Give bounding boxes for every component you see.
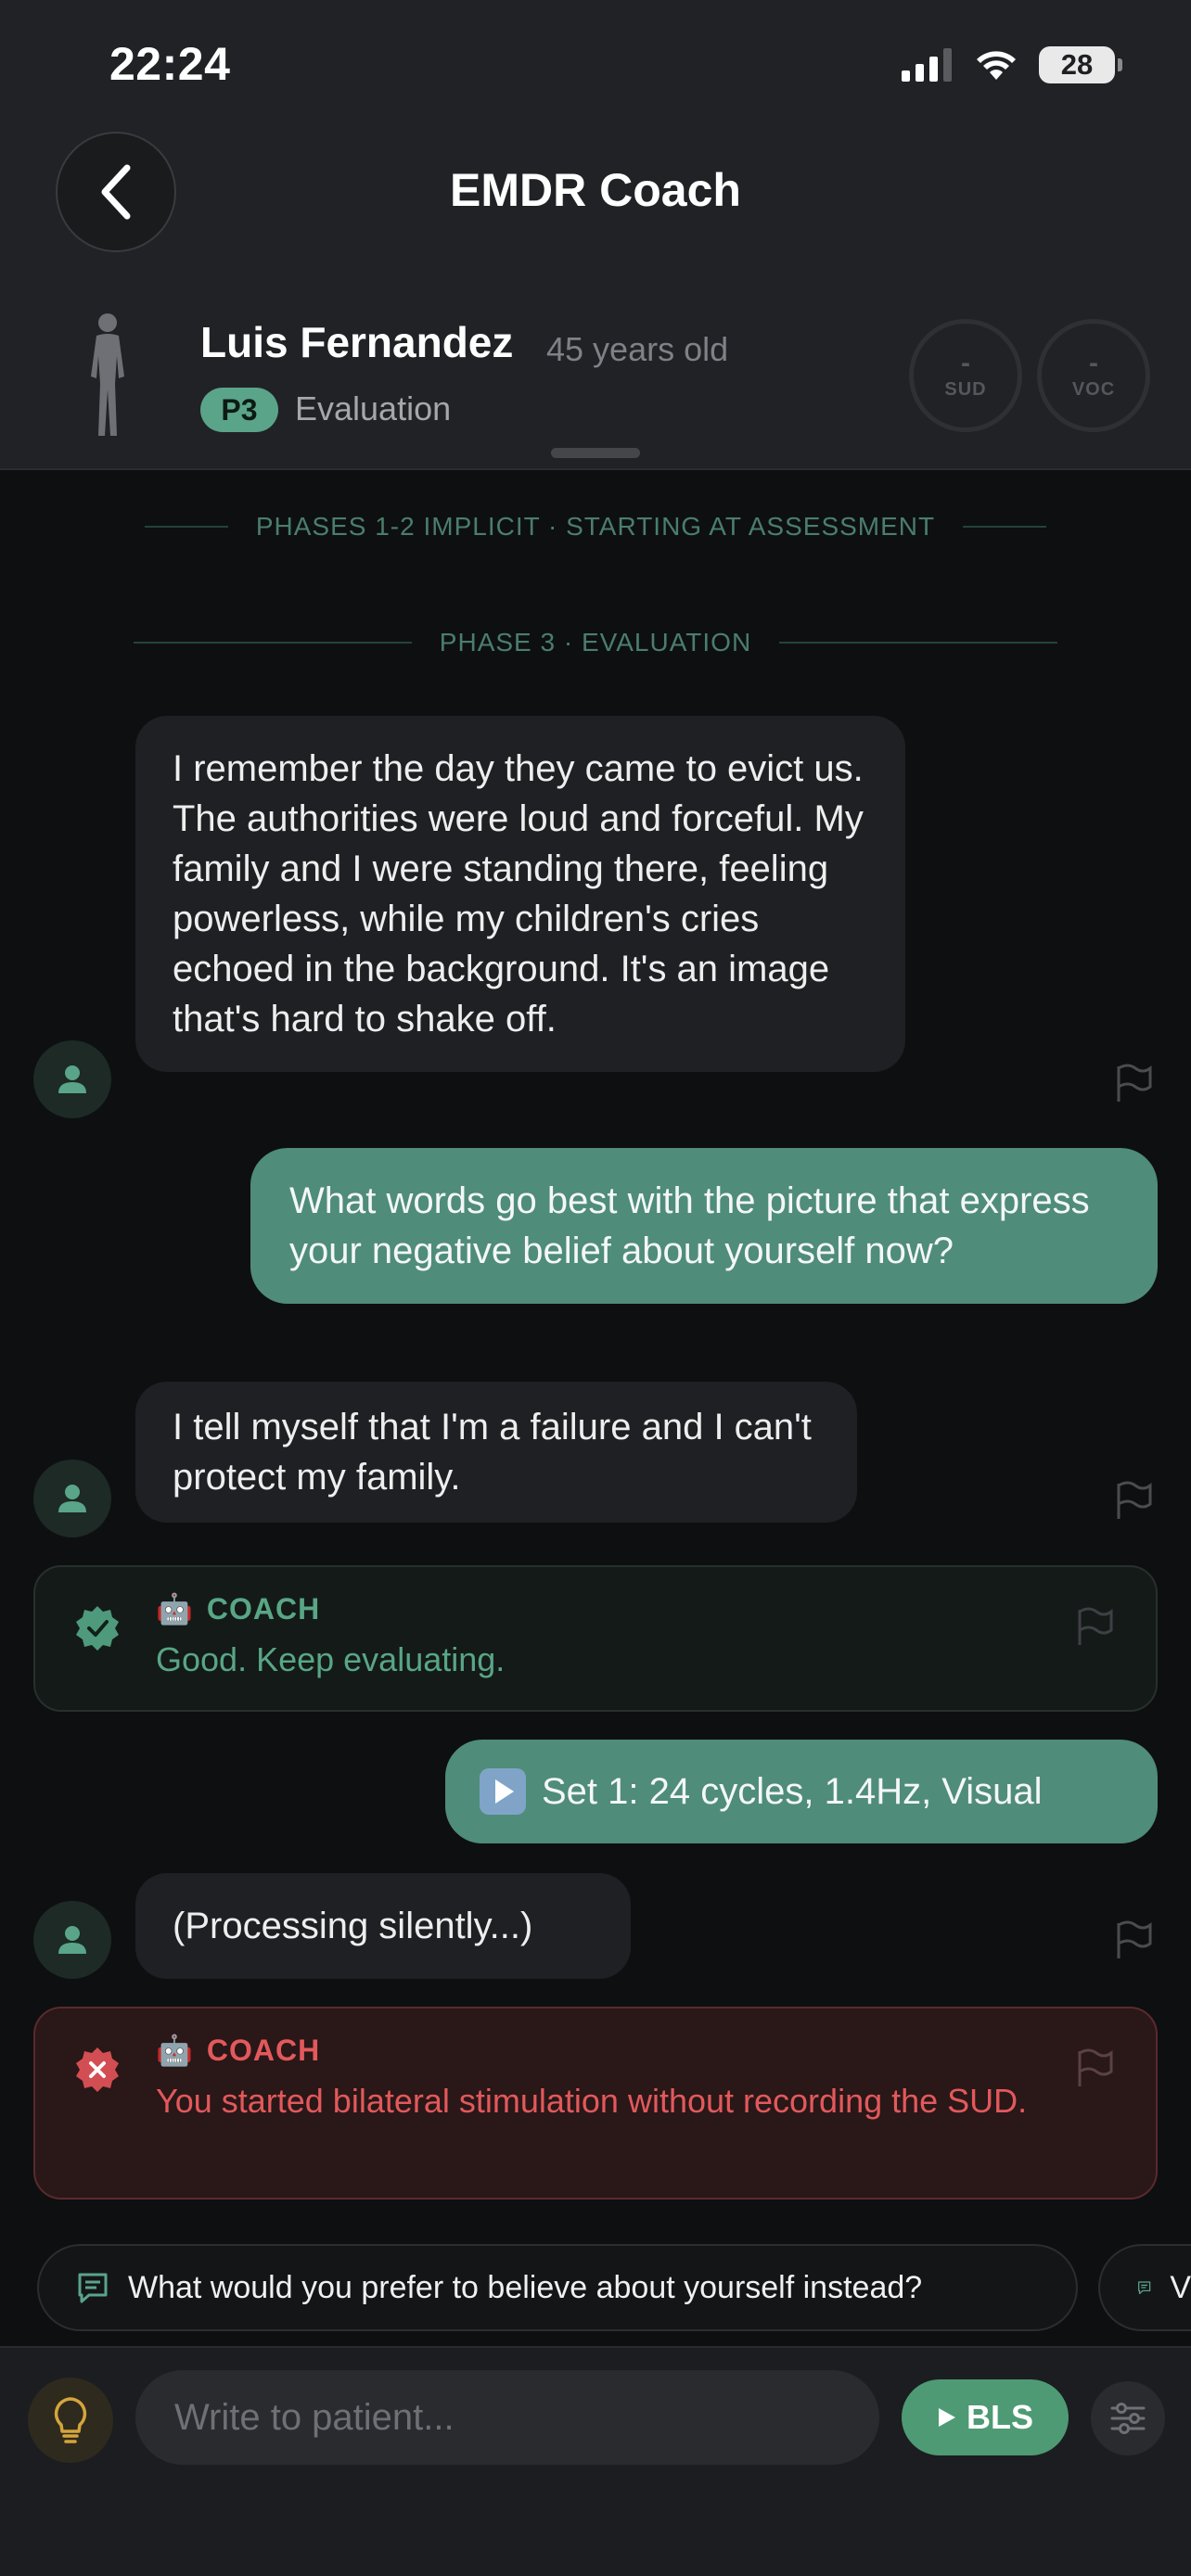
sliders-icon <box>1110 2403 1146 2434</box>
voc-label: VOC <box>1071 378 1116 400</box>
composer-bar: BLS <box>0 2346 1191 2576</box>
drag-handle[interactable] <box>551 448 640 458</box>
play-icon <box>939 2408 955 2427</box>
status-icons: 28 <box>902 46 1122 83</box>
patient-age: 45 years old <box>546 330 729 368</box>
phase-label: Evaluation <box>295 389 452 427</box>
patient-avatar <box>33 1040 111 1118</box>
lightbulb-icon <box>54 2397 87 2443</box>
flag-icon[interactable] <box>1074 2047 1115 2088</box>
coach-label: COACH <box>206 2033 321 2067</box>
divider-implicit: PHASES 1-2 IMPLICIT · STARTING AT ASSESS… <box>0 512 1191 542</box>
wifi-icon <box>977 51 1016 80</box>
divider-phase3-text: PHASE 3 · EVALUATION <box>439 628 752 657</box>
sud-meter[interactable]: - SUD <box>909 319 1022 432</box>
sud-label: SUD <box>944 378 987 400</box>
robot-icon: 🤖 <box>156 2034 194 2067</box>
flag-icon[interactable] <box>1113 1480 1154 1521</box>
chat-bubble-icon <box>1138 2281 1151 2295</box>
flag-icon[interactable] <box>1074 1606 1115 1647</box>
bls-set-text: Set 1: 24 cycles, 1.4Hz, Visual <box>542 1771 1043 1812</box>
person-icon <box>58 1926 86 1954</box>
patient-avatar <box>33 1901 111 1979</box>
hint-button[interactable] <box>28 2378 113 2463</box>
flag-icon[interactable] <box>1113 1919 1154 1960</box>
settings-button[interactable] <box>1091 2381 1165 2455</box>
status-time: 22:24 <box>109 38 231 90</box>
coach-message: Good. Keep evaluating. <box>156 1640 506 1678</box>
coach-feedback-success: 🤖 COACH Good. Keep evaluating. <box>33 1565 1158 1712</box>
coach-message: You started bilateral stimulation withou… <box>156 2082 1028 2120</box>
signal-icon <box>902 48 952 82</box>
robot-icon: 🤖 <box>156 1592 194 1626</box>
body-figure-icon <box>91 313 124 436</box>
therapist-message: What words go best with the picture that… <box>250 1148 1158 1304</box>
patient-message: (Processing silently...) <box>135 1873 631 1979</box>
bls-label: BLS <box>967 2398 1033 2436</box>
message-input[interactable] <box>135 2370 879 2465</box>
patient-message: I tell myself that I'm a failure and I c… <box>135 1382 857 1523</box>
coach-feedback-error: 🤖 COACH You started bilateral stimulation… <box>33 2007 1158 2200</box>
patient-message: I remember the day they came to evict us… <box>135 716 905 1072</box>
suggestion-text: V <box>1170 2269 1191 2305</box>
patient-avatar <box>33 1460 111 1537</box>
voc-meter[interactable]: - VOC <box>1037 319 1150 432</box>
page-title: EMDR Coach <box>450 164 741 216</box>
error-x-icon <box>76 2047 119 2092</box>
suggestion-chip[interactable]: V <box>1098 2244 1191 2331</box>
suggestion-chip[interactable]: What would you prefer to believe about y… <box>37 2244 1078 2331</box>
flag-icon[interactable] <box>1113 1063 1154 1103</box>
sud-value: - <box>961 347 970 378</box>
chat-bubble-icon <box>78 2273 108 2303</box>
bls-set-message: Set 1: 24 cycles, 1.4Hz, Visual <box>445 1740 1158 1843</box>
phase-badge: P3 <box>200 388 278 432</box>
coach-label: COACH <box>206 1591 321 1626</box>
divider-phase3: PHASE 3 · EVALUATION <box>0 628 1191 657</box>
bls-button[interactable]: BLS <box>902 2379 1069 2455</box>
header-panel: 22:24 28 EMDR Coach Luis Fernandez 45 ye… <box>0 0 1191 470</box>
person-icon <box>58 1065 86 1093</box>
voc-value: - <box>1089 347 1098 378</box>
verified-check-icon <box>76 1606 119 1651</box>
battery-icon: 28 <box>1039 46 1122 83</box>
patient-name: Luis Fernandez <box>200 318 514 366</box>
suggestion-text: What would you prefer to believe about y… <box>128 2269 923 2305</box>
person-icon <box>58 1485 86 1512</box>
divider-implicit-text: PHASES 1-2 IMPLICIT · STARTING AT ASSESS… <box>255 512 936 541</box>
play-icon <box>480 1768 526 1815</box>
